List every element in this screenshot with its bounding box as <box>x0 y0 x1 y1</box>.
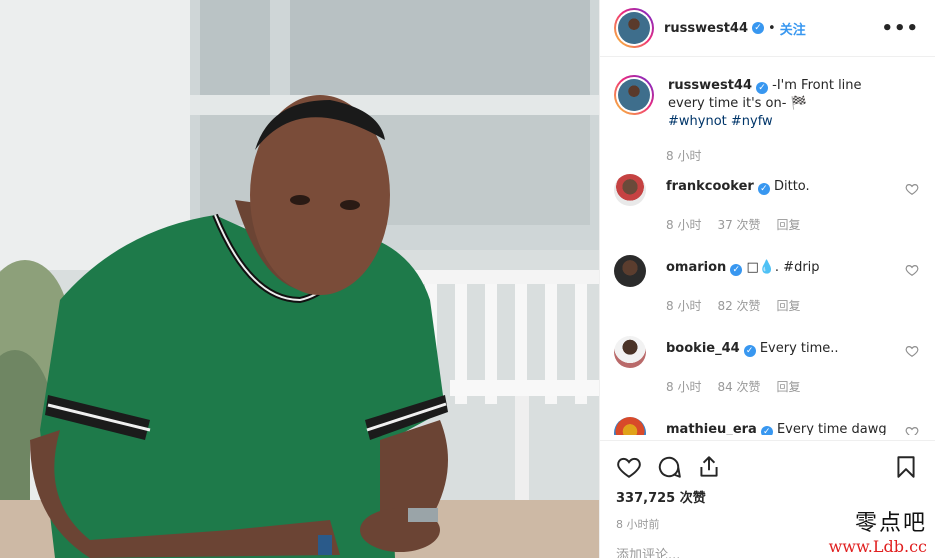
comment-text: Every time dawg <box>776 422 887 435</box>
comment-like-heart-icon[interactable] <box>905 425 919 435</box>
comment-item: omarion ✓ □💧. #drip <box>614 255 919 287</box>
verified-badge-icon: ✓ <box>743 345 756 357</box>
post-photo[interactable] <box>0 0 599 558</box>
comment-meta: 8 小时 82 次赞 回复 <box>666 297 919 314</box>
caption-meta: 8 小时 <box>666 147 919 164</box>
comment-item: frankcooker ✓ Ditto. <box>614 174 919 206</box>
caption-hashtags[interactable]: #whynot #nyfw <box>668 114 773 129</box>
post-header: russwest44 ✓ • 关注 ••• <box>600 0 935 57</box>
more-options-icon[interactable]: ••• <box>881 18 919 39</box>
comment-time: 8 小时 <box>666 299 702 313</box>
comment-icon[interactable] <box>656 454 682 480</box>
verified-badge-icon: ✓ <box>760 426 773 435</box>
commenter-username[interactable]: omarion <box>666 260 726 275</box>
post-actions: 337,725 次赞 8 小时前 <box>600 440 935 532</box>
author-avatar[interactable] <box>614 8 654 48</box>
share-icon[interactable] <box>696 454 722 480</box>
follow-button[interactable]: 关注 <box>780 19 806 38</box>
comment-meta: 8 小时 37 次赞 回复 <box>666 216 919 233</box>
comment-likes[interactable]: 84 次赞 <box>717 378 760 395</box>
bookmark-icon[interactable] <box>893 454 919 480</box>
caption-author-avatar[interactable] <box>614 75 654 115</box>
commenter-avatar[interactable] <box>614 417 646 435</box>
post-photo-illustration <box>0 0 599 558</box>
commenter-username[interactable]: bookie_44 <box>666 341 740 356</box>
comment-meta: 8 小时 84 次赞 回复 <box>666 378 919 395</box>
comment-body: mathieu_era ✓ Every time dawg <box>666 421 919 435</box>
comment-text: □💧. #drip <box>746 260 820 275</box>
comments-list[interactable]: russwest44 ✓ -I'm Front line every time i… <box>600 57 935 435</box>
header-separator: • <box>768 20 776 36</box>
likes-count[interactable]: 337,725 次赞 <box>616 487 919 506</box>
commenter-username[interactable]: mathieu_era <box>666 422 757 435</box>
heart-icon[interactable] <box>616 454 642 480</box>
comment-body: omarion ✓ □💧. #drip <box>666 259 919 287</box>
add-comment-input[interactable]: 添加评论... <box>616 544 680 558</box>
comment-likes[interactable]: 82 次赞 <box>717 297 760 314</box>
comment-text: Every time.. <box>759 341 839 356</box>
reply-button[interactable]: 回复 <box>777 378 801 395</box>
comment-like-heart-icon[interactable] <box>905 182 919 196</box>
caption-time: 8 小时 <box>666 149 702 163</box>
commenter-username[interactable]: frankcooker <box>666 179 754 194</box>
verified-badge-icon: ✓ <box>756 82 769 94</box>
comment-like-heart-icon[interactable] <box>905 344 919 358</box>
reply-button[interactable]: 回复 <box>777 216 801 233</box>
comment-time: 8 小时 <box>666 218 702 232</box>
reply-button[interactable]: 回复 <box>777 297 801 314</box>
post-timestamp: 8 小时前 <box>616 518 660 531</box>
comment-item: mathieu_era ✓ Every time dawg <box>614 417 919 435</box>
verified-badge-icon: ✓ <box>757 183 770 195</box>
post-caption: russwest44 ✓ -I'm Front line every time i… <box>614 75 919 131</box>
post-side-panel: russwest44 ✓ • 关注 ••• russwest44 ✓ -I'm F… <box>599 0 935 558</box>
comment-text: Ditto. <box>773 179 810 194</box>
comment-body: frankcooker ✓ Ditto. <box>666 178 919 206</box>
author-username[interactable]: russwest44 <box>664 21 748 36</box>
commenter-avatar[interactable] <box>614 336 646 368</box>
comment-likes[interactable]: 37 次赞 <box>717 216 760 233</box>
commenter-avatar[interactable] <box>614 255 646 287</box>
commenter-avatar[interactable] <box>614 174 646 206</box>
caption-text-block: russwest44 ✓ -I'm Front line every time i… <box>668 75 888 131</box>
comment-body: bookie_44 ✓ Every time.. <box>666 340 919 368</box>
comment-item: bookie_44 ✓ Every time.. <box>614 336 919 368</box>
verified-badge-icon: ✓ <box>730 264 743 276</box>
comment-like-heart-icon[interactable] <box>905 263 919 277</box>
caption-username[interactable]: russwest44 <box>668 78 752 93</box>
action-icons-row <box>616 447 919 487</box>
comment-time: 8 小时 <box>666 380 702 394</box>
verified-badge-icon: ✓ <box>752 22 765 34</box>
